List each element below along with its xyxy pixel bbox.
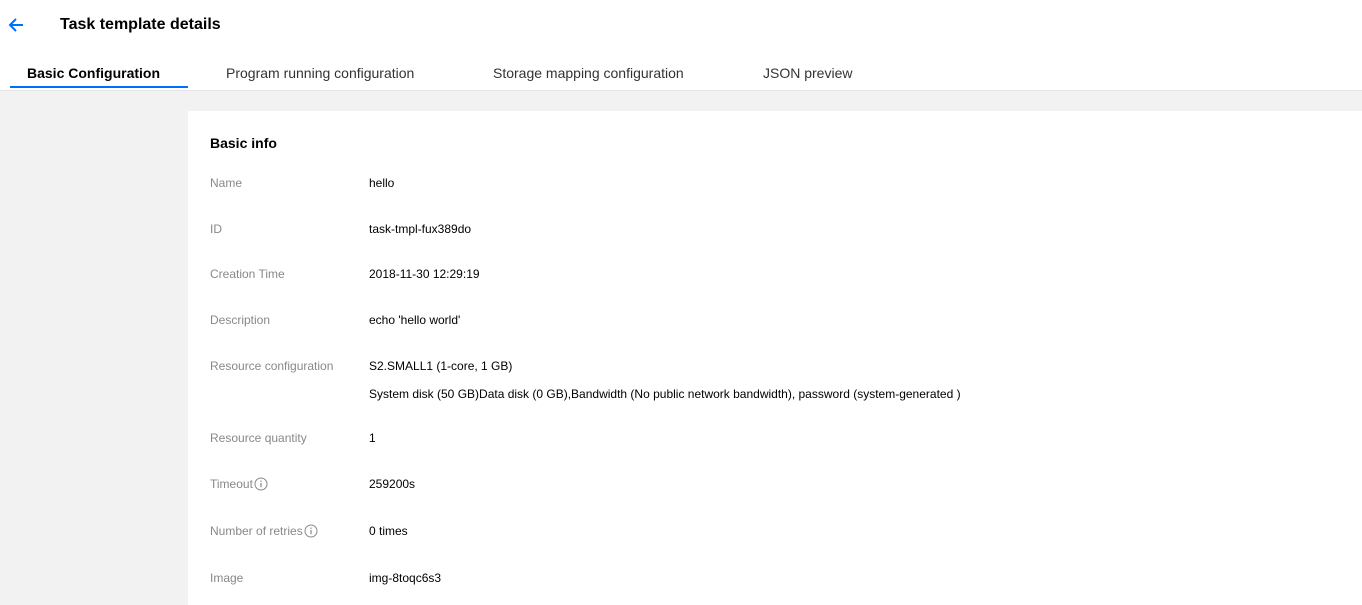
field-value: echo 'hello world' <box>369 313 461 327</box>
field-value-detail: System disk (50 GB)Data disk (0 GB),Band… <box>369 387 961 401</box>
field-label: Name <box>210 176 243 190</box>
tab-json-preview[interactable]: JSON preview <box>763 56 852 90</box>
field-value: img-8toqc6s3 <box>369 571 442 585</box>
field-label-wrap: Timeout <box>210 477 370 494</box>
field-label: Resource quantity <box>210 431 307 445</box>
section-title: Basic info <box>210 135 277 151</box>
arrow-left-icon <box>8 18 23 32</box>
field-label: Number of retries <box>210 524 303 538</box>
field-label: Creation Time <box>210 267 285 281</box>
field-value: 1 <box>369 431 376 445</box>
active-tab-indicator <box>10 86 188 88</box>
tab-storage-mapping-configuration[interactable]: Storage mapping configuration <box>493 56 684 90</box>
field-label: ID <box>210 222 222 236</box>
field-label: Description <box>210 313 271 327</box>
field-label: Timeout <box>210 477 253 491</box>
field-label-wrap: Number of retries <box>210 524 370 541</box>
page-header: Task template details Basic Configuratio… <box>0 0 1362 91</box>
tab-basic-configuration[interactable]: Basic Configuration <box>27 56 160 90</box>
info-circle-icon[interactable] <box>254 477 268 494</box>
field-value: 0 times <box>369 524 408 538</box>
field-value: 2018-11-30 12:29:19 <box>369 267 480 281</box>
field-value: task-tmpl-fux389do <box>369 222 472 236</box>
field-value: 259200s <box>369 477 416 491</box>
field-label: Image <box>210 571 244 585</box>
field-label: Resource configuration <box>210 359 334 373</box>
tab-program-running-configuration[interactable]: Program running configuration <box>226 56 414 90</box>
back-button[interactable] <box>6 14 28 36</box>
field-value: hello <box>369 176 395 190</box>
page-title: Task template details <box>60 16 221 33</box>
info-circle-icon[interactable] <box>304 524 318 541</box>
field-value: S2.SMALL1 (1-core, 1 GB) <box>369 359 513 373</box>
